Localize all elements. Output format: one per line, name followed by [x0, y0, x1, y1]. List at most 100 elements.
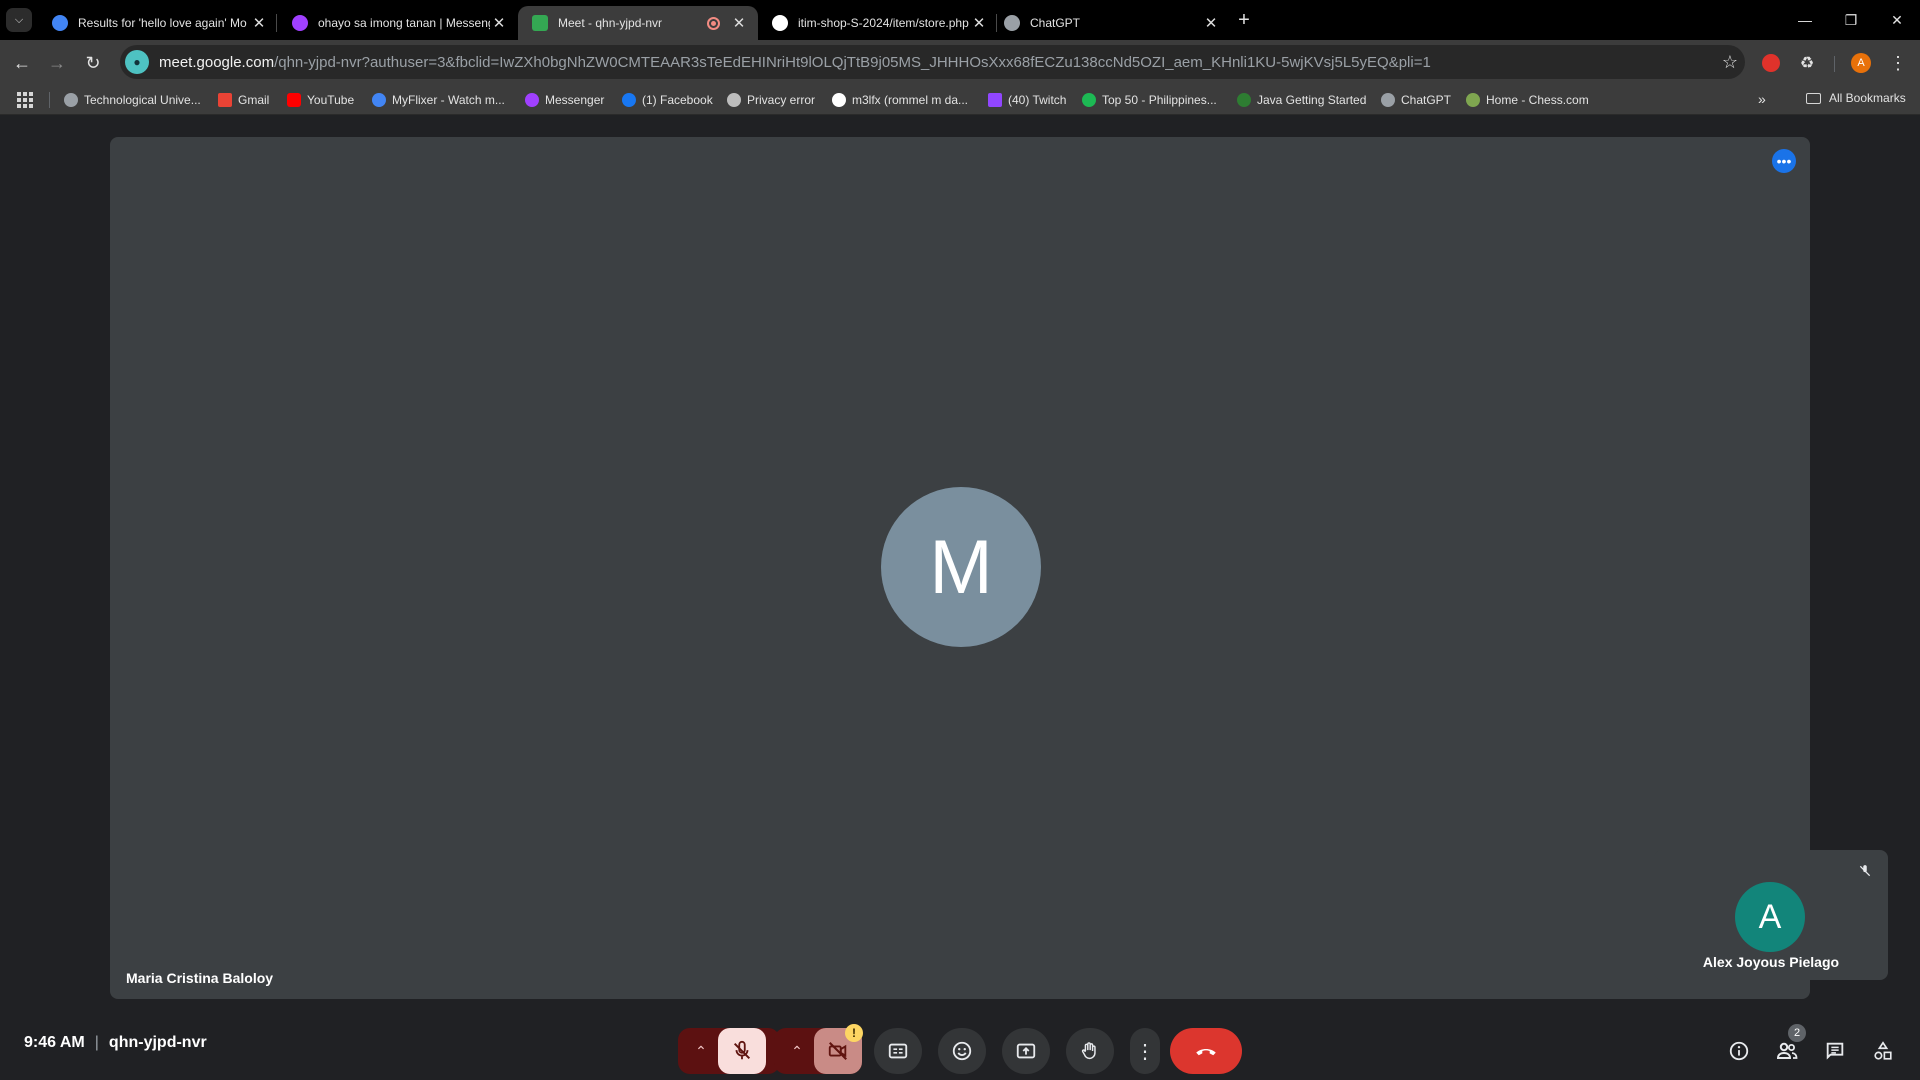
close-tab-icon[interactable]: ✕ — [970, 14, 988, 32]
close-tab-icon[interactable]: ✕ — [1202, 14, 1220, 32]
participant-tile-main[interactable]: M Maria Cristina Baloloy ••• — [110, 137, 1810, 999]
facebook-icon — [622, 93, 636, 107]
chat-icon — [1826, 1042, 1844, 1060]
close-tab-icon[interactable]: ✕ — [250, 14, 268, 32]
participant-name: Maria Cristina Baloloy — [126, 970, 274, 986]
tab-title: ohayo sa imong tanan | Messenger — [318, 16, 490, 30]
tab-results[interactable]: Results for 'hello love again' Mo ✕ — [38, 6, 278, 40]
all-bookmarks-button[interactable]: All Bookmarks — [1806, 91, 1906, 105]
messenger-favicon-icon — [292, 15, 308, 31]
profile-initial: A — [1851, 53, 1871, 73]
url-text[interactable]: meet.google.com/qhn-yjpd-nvr?authuser=3&… — [159, 54, 1715, 71]
chevron-up-icon: ⌃ — [695, 1042, 707, 1059]
people-count-badge: 2 — [1788, 1024, 1806, 1042]
chatgpt-icon — [1381, 93, 1395, 107]
minimize-button[interactable]: — — [1782, 0, 1828, 40]
mic-toggle-button[interactable] — [718, 1028, 766, 1074]
bookmark-label: ChatGPT — [1401, 93, 1452, 107]
tab-messenger[interactable]: ohayo sa imong tanan | Messenger ✕ — [278, 6, 518, 40]
profile-avatar[interactable]: A — [1848, 50, 1874, 76]
apps-grid-icon[interactable] — [17, 92, 33, 108]
tile-more-options-button[interactable]: ••• — [1772, 149, 1796, 173]
camera-warning-badge: ! — [845, 1024, 863, 1042]
chatgpt-favicon-icon — [1004, 15, 1020, 31]
more-horiz-icon: ••• — [1776, 153, 1792, 169]
tab-github[interactable]: itim-shop-S-2024/item/store.php ✕ — [758, 6, 998, 40]
arrow-right-icon: → — [48, 52, 66, 73]
tab-chatgpt[interactable]: ChatGPT ✕ — [990, 6, 1230, 40]
bookmark-item[interactable]: (40) Twitch — [988, 91, 1066, 109]
chat-button[interactable] — [1822, 1038, 1848, 1064]
bookmark-item[interactable]: Home - Chess.com — [1466, 91, 1589, 109]
new-tab-button[interactable]: + — [1232, 8, 1256, 32]
gmail-icon — [218, 93, 232, 107]
avatar: M — [881, 487, 1041, 647]
participant-tile-self[interactable]: A Alex Joyous Pielago — [1654, 850, 1888, 980]
meeting-info-button[interactable] — [1726, 1038, 1752, 1064]
github-icon — [832, 93, 846, 107]
present-screen-button[interactable] — [1002, 1028, 1050, 1074]
bookmark-label: m3lfx (rommel m da... — [852, 93, 969, 107]
close-window-button[interactable]: ✕ — [1874, 0, 1920, 40]
youtube-icon — [287, 93, 301, 107]
more-bookmarks-chevron-icon[interactable]: » — [1758, 91, 1766, 107]
meeting-details: 9:46 AM | qhn-yjpd-nvr — [24, 1034, 207, 1051]
tab-title: itim-shop-S-2024/item/store.php — [798, 16, 969, 30]
back-button[interactable]: ← — [7, 48, 37, 78]
url-domain: meet.google.com — [159, 53, 275, 71]
extensions-puzzle-icon[interactable]: ♻ — [1794, 50, 1820, 76]
mic-off-icon — [733, 1040, 751, 1060]
forward-button[interactable]: → — [42, 48, 72, 78]
site-info-mic-icon[interactable]: ● — [125, 50, 149, 74]
mic-off-icon — [1856, 862, 1874, 880]
tab-title: Results for 'hello love again' Mo — [78, 16, 247, 30]
bookmark-label: Top 50 - Philippines... — [1102, 93, 1217, 107]
meet-call-area: M Maria Cristina Baloloy ••• A Alex Joyo… — [0, 116, 1920, 1080]
bookmark-item[interactable]: ChatGPT — [1381, 91, 1451, 109]
bookmark-label: (40) Twitch — [1008, 93, 1067, 107]
bookmark-label: Messenger — [545, 93, 605, 107]
folder-icon — [1806, 92, 1821, 104]
chevron-up-icon: ⌃ — [791, 1042, 803, 1059]
bookmark-star-icon[interactable]: ☆ — [1715, 52, 1745, 73]
bookmark-item[interactable]: Technological Unive... — [64, 91, 201, 109]
bookmarks-bar: Technological Unive... Gmail YouTube MyF… — [0, 85, 1920, 115]
close-tab-icon[interactable]: ✕ — [730, 14, 748, 32]
reload-button[interactable]: ↻ — [78, 48, 108, 78]
bookmark-label: MyFlixer - Watch m... — [392, 93, 505, 107]
kebab-menu-icon: ⋮ — [1135, 1040, 1155, 1063]
bookmark-item[interactable]: Top 50 - Philippines... — [1082, 91, 1217, 109]
leave-call-button[interactable] — [1170, 1028, 1242, 1074]
activities-button[interactable] — [1870, 1038, 1896, 1064]
bookmark-item[interactable]: YouTube — [287, 91, 354, 109]
tab-search-button[interactable]: ⌵ — [6, 8, 32, 32]
audio-options-button[interactable]: ⌃ — [681, 1028, 721, 1074]
globe-icon — [64, 93, 78, 107]
tab-meet[interactable]: Meet - qhn-yjpd-nvr ✕ — [518, 6, 758, 40]
restore-button[interactable]: ❐ — [1828, 0, 1874, 40]
raise-hand-button[interactable] — [1066, 1028, 1114, 1074]
bookmark-item[interactable]: Gmail — [218, 91, 269, 109]
call-controls-bar: 9:46 AM | qhn-yjpd-nvr ⌃ ⌃ ! ⋮ 2 — [0, 1014, 1920, 1080]
bookmark-item[interactable]: MyFlixer - Watch m... — [372, 91, 505, 109]
present-icon — [1016, 1043, 1036, 1059]
bookmark-item[interactable]: (1) Facebook — [622, 91, 713, 109]
github-favicon-icon — [772, 15, 788, 31]
address-bar[interactable]: ● meet.google.com/qhn-yjpd-nvr?authuser=… — [120, 45, 1745, 79]
bookmark-item[interactable]: Messenger — [525, 91, 604, 109]
reactions-button[interactable] — [938, 1028, 986, 1074]
captions-button[interactable] — [874, 1028, 922, 1074]
activities-icon — [1874, 1041, 1892, 1060]
browser-menu-button[interactable]: ⋮ — [1885, 50, 1911, 76]
bookmark-item[interactable]: Privacy error — [727, 91, 815, 109]
close-tab-icon[interactable]: ✕ — [490, 14, 508, 32]
bookmark-label: Java Getting Started — [1257, 93, 1367, 107]
more-options-button[interactable]: ⋮ — [1130, 1028, 1160, 1074]
current-time: 9:46 AM — [24, 1034, 85, 1051]
meeting-code: qhn-yjpd-nvr — [108, 1034, 207, 1051]
video-options-button[interactable]: ⌃ — [777, 1028, 817, 1074]
bookmark-item[interactable]: Java Getting Started — [1237, 91, 1366, 109]
participant-name: Alex Joyous Pielago — [1702, 954, 1840, 970]
extension-red-icon[interactable] — [1758, 50, 1784, 76]
bookmark-item[interactable]: m3lfx (rommel m da... — [832, 91, 968, 109]
